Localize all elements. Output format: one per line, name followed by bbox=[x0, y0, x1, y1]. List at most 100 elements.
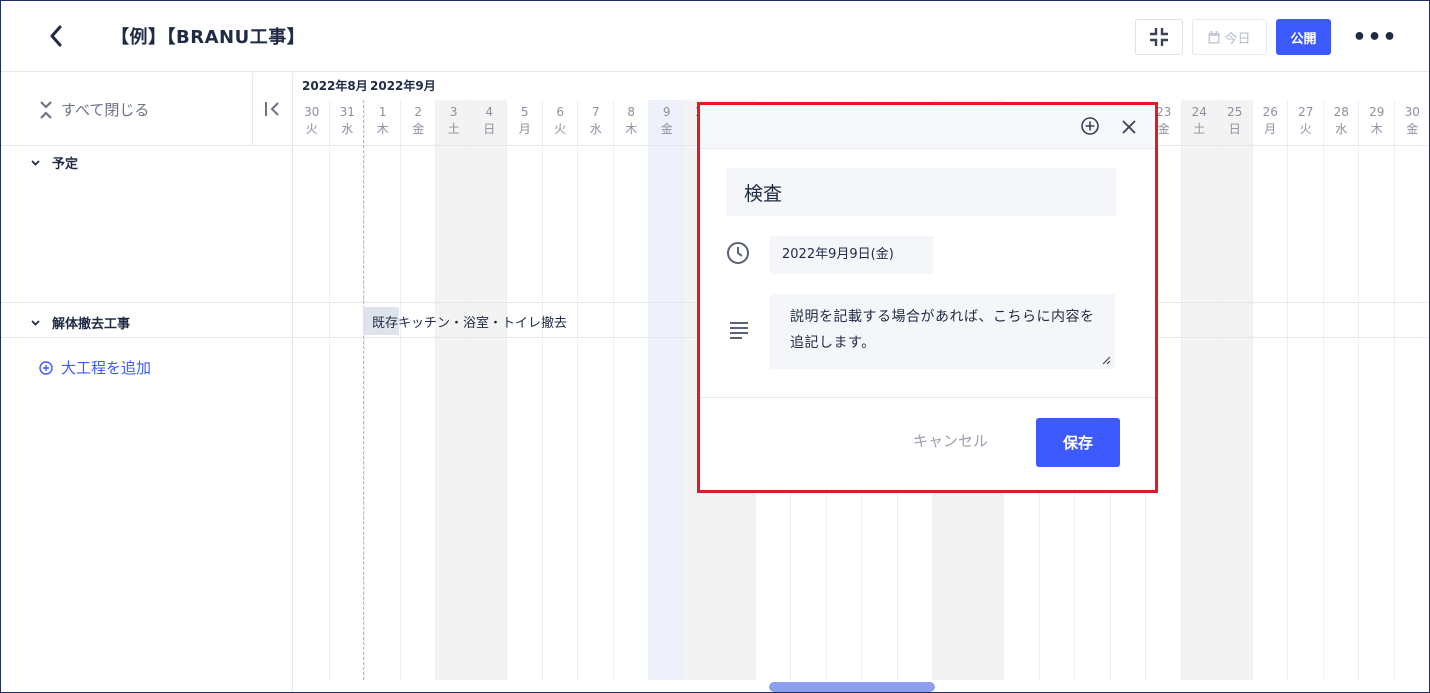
hide-sidebar-button[interactable] bbox=[252, 73, 293, 145]
collapse-all-button[interactable]: すべて閉じる bbox=[39, 99, 149, 120]
weekday: 月 bbox=[518, 122, 531, 136]
chevron-down-icon bbox=[31, 159, 40, 166]
plus-circle-icon bbox=[39, 360, 53, 375]
top-header: 【例】【BRANU工事】 今日 公開 ••• bbox=[1, 1, 1429, 72]
day-label: 31 水 bbox=[330, 104, 366, 138]
day-number: 27 bbox=[1298, 105, 1314, 119]
today-button[interactable]: 今日 bbox=[1192, 19, 1267, 55]
publish-button[interactable]: 公開 bbox=[1276, 19, 1331, 55]
weekday: 水 bbox=[589, 122, 602, 136]
weekday: 火 bbox=[554, 122, 567, 136]
weekday: 水 bbox=[1335, 122, 1348, 136]
day-column[interactable] bbox=[614, 100, 649, 680]
collapse-all-icon bbox=[40, 100, 52, 119]
day-column[interactable] bbox=[578, 100, 614, 680]
day-label: 29 木 bbox=[1359, 104, 1395, 138]
day-column[interactable] bbox=[1288, 100, 1324, 680]
day-column[interactable] bbox=[436, 100, 472, 680]
day-number: 8 bbox=[627, 105, 636, 119]
weekday: 木 bbox=[1370, 122, 1383, 136]
back-button[interactable] bbox=[41, 21, 71, 51]
weekday: 月 bbox=[1264, 122, 1277, 136]
day-column[interactable] bbox=[294, 100, 330, 680]
divider bbox=[1, 337, 293, 338]
month-label: 2022年8月 bbox=[302, 79, 368, 93]
day-label: 4日 bbox=[472, 104, 508, 138]
day-number: 1 bbox=[378, 105, 387, 119]
day-number: 25 bbox=[1227, 105, 1243, 119]
day-number: 31 bbox=[339, 105, 355, 119]
weekday: 火 bbox=[305, 122, 318, 136]
day-label: 3土 bbox=[436, 104, 472, 138]
weekday: 土 bbox=[1193, 122, 1206, 136]
group-row-demolition[interactable]: 解体撤去工事 bbox=[31, 313, 130, 332]
schedule-edit-popup: 2022年9月9日(金) 説明を記載する場合があれば、こちらに内容を追記します。… bbox=[697, 102, 1158, 493]
day-column[interactable] bbox=[1253, 100, 1288, 680]
weekday: 日 bbox=[1228, 122, 1241, 136]
day-label: 7水 bbox=[578, 104, 614, 138]
divider bbox=[1, 302, 293, 303]
day-label: 2金 bbox=[401, 104, 437, 138]
popup-add-button[interactable] bbox=[1080, 116, 1102, 138]
day-number: 9 bbox=[662, 105, 671, 119]
save-button[interactable]: 保存 bbox=[1036, 418, 1120, 467]
day-column[interactable] bbox=[401, 100, 436, 680]
day-label: 6火 bbox=[543, 104, 579, 138]
day-column[interactable] bbox=[1324, 100, 1359, 680]
chevron-left-icon bbox=[50, 25, 62, 47]
day-number: 7 bbox=[591, 105, 600, 119]
day-column[interactable] bbox=[1395, 100, 1430, 680]
collapse-view-button[interactable] bbox=[1135, 19, 1183, 55]
day-column[interactable] bbox=[507, 100, 543, 680]
group-row-schedule[interactable]: 予定 bbox=[31, 153, 78, 172]
day-label: 30 金 bbox=[1395, 104, 1430, 138]
popup-close-button[interactable] bbox=[1118, 116, 1140, 138]
day-column[interactable] bbox=[1181, 100, 1217, 680]
month-separator bbox=[363, 100, 364, 680]
scrollbar-thumb[interactable] bbox=[769, 682, 935, 692]
day-number: 2 bbox=[414, 105, 423, 119]
weekday: 金 bbox=[1406, 122, 1419, 136]
page-title: 【例】【BRANU工事】 bbox=[111, 27, 306, 48]
calendar-icon bbox=[1208, 30, 1220, 43]
day-number: 24 bbox=[1191, 105, 1207, 119]
event-date-field[interactable]: 2022年9月9日(金) bbox=[770, 236, 933, 274]
day-label: 24 土 bbox=[1182, 104, 1218, 138]
add-process-button[interactable]: 大工程を追加 bbox=[39, 357, 151, 378]
weekday: 土 bbox=[447, 122, 460, 136]
divider bbox=[700, 397, 1155, 398]
event-title-input[interactable] bbox=[726, 168, 1116, 216]
cancel-button[interactable]: キャンセル bbox=[913, 430, 988, 451]
collapse-all-label: すべて閉じる bbox=[61, 101, 150, 119]
month-label: 2022年9月 bbox=[370, 79, 436, 93]
day-label: 5月 bbox=[507, 104, 543, 138]
day-number: 29 bbox=[1369, 105, 1385, 119]
day-label: 25 日 bbox=[1217, 104, 1253, 138]
weekday: 金 bbox=[412, 122, 425, 136]
clock-icon bbox=[727, 242, 749, 264]
process-sidebar: すべて閉じる 予定 解体撤去工事 大工程を追加 bbox=[1, 73, 293, 692]
day-column[interactable] bbox=[365, 100, 401, 680]
group-label: 解体撤去工事 bbox=[52, 317, 131, 332]
resize-handle-icon[interactable] bbox=[1102, 356, 1111, 365]
more-menu-button[interactable]: ••• bbox=[1352, 19, 1397, 55]
weekday: 火 bbox=[1299, 122, 1312, 136]
day-label: 28 水 bbox=[1324, 104, 1360, 138]
day-column[interactable] bbox=[330, 100, 365, 680]
popup-toolbar bbox=[700, 105, 1155, 149]
weekday: 日 bbox=[483, 122, 496, 136]
day-number: 28 bbox=[1333, 105, 1349, 119]
weekday: 木 bbox=[376, 122, 389, 136]
weekday: 木 bbox=[625, 122, 638, 136]
event-description-textarea[interactable]: 説明を記載する場合があれば、こちらに内容を追記します。 bbox=[770, 294, 1115, 369]
day-column[interactable] bbox=[543, 100, 578, 680]
description-icon bbox=[730, 322, 748, 339]
today-label: 今日 bbox=[1224, 31, 1251, 47]
day-column[interactable] bbox=[1217, 100, 1253, 680]
day-label: 1木 bbox=[365, 104, 401, 138]
task-label: 既存キッチン・浴室・トイレ撤去 bbox=[372, 316, 568, 331]
day-column[interactable] bbox=[649, 100, 685, 680]
day-column[interactable] bbox=[1359, 100, 1395, 680]
collapse-arrows-icon bbox=[1150, 28, 1168, 46]
day-column[interactable] bbox=[471, 100, 507, 680]
